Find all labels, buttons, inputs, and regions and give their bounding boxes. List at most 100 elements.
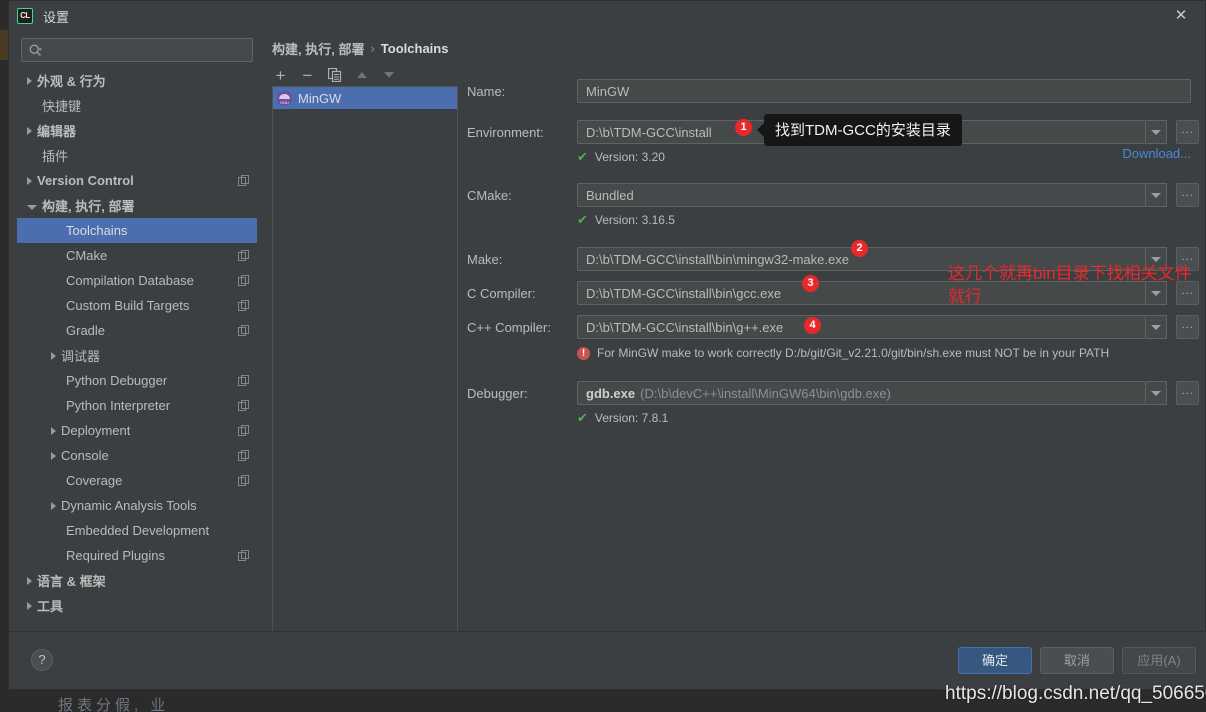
name-label: Name: bbox=[459, 84, 577, 99]
project-scope-icon bbox=[238, 549, 249, 560]
chevron-down-icon[interactable] bbox=[27, 205, 37, 210]
sidebar-item-python-interpreter[interactable]: Python Interpreter bbox=[17, 393, 257, 418]
tree-spacer bbox=[51, 252, 61, 260]
debugger-version-text: Version: 7.8.1 bbox=[595, 411, 668, 425]
gnu-icon bbox=[277, 91, 292, 106]
tree-spacer bbox=[51, 302, 61, 310]
tree-spacer bbox=[51, 402, 61, 410]
debugger-label: Debugger: bbox=[459, 386, 577, 401]
breadcrumb-leaf: Toolchains bbox=[381, 41, 449, 56]
sidebar-item-[interactable]: 外观 & 行为 bbox=[17, 68, 257, 93]
project-scope-icon bbox=[238, 449, 249, 460]
close-icon[interactable]: ✕ bbox=[1173, 8, 1189, 24]
cmake-version-row: ✔ Version: 3.16.5 bbox=[459, 209, 1199, 231]
sidebar-item-[interactable]: 快捷键 bbox=[17, 93, 257, 118]
chevron-right-icon[interactable] bbox=[27, 177, 32, 185]
name-input[interactable]: MinGW bbox=[577, 79, 1191, 103]
tree-spacer bbox=[51, 527, 61, 535]
sidebar-item-label: 调试器 bbox=[61, 346, 100, 365]
annotation-badge-2: 2 bbox=[851, 240, 868, 257]
sidebar-item-label: Version Control bbox=[37, 173, 134, 188]
settings-right-pane: 构建, 执行, 部署 › Toolchains + − bbox=[259, 31, 1206, 657]
sidebar-item-python-debugger[interactable]: Python Debugger bbox=[17, 368, 257, 393]
chevron-down-icon[interactable] bbox=[1146, 183, 1168, 207]
breadcrumb-root[interactable]: 构建, 执行, 部署 bbox=[272, 39, 364, 58]
clion-icon: CL bbox=[17, 8, 33, 24]
annotation-tooltip-1: 找到TDM-GCC的安装目录 bbox=[764, 114, 962, 146]
ok-button[interactable]: 确定 bbox=[958, 647, 1032, 674]
sidebar-item-label: Toolchains bbox=[66, 223, 127, 238]
annotation-badge-1: 1 bbox=[735, 119, 752, 136]
sidebar-item-[interactable]: 工具 bbox=[17, 593, 257, 618]
settings-sidebar: 外观 & 行为快捷键编辑器插件 Version Control 构建, 执行, 部署… bbox=[17, 31, 257, 657]
toolchain-list[interactable]: MinGW bbox=[272, 86, 458, 641]
sidebar-item-[interactable]: 编辑器 bbox=[17, 118, 257, 143]
cpp-compiler-browse-button[interactable]: ... bbox=[1176, 315, 1199, 339]
copy-toolchain-icon[interactable] bbox=[326, 67, 343, 84]
sidebar-item-toolchains[interactable]: Toolchains bbox=[17, 218, 257, 243]
sidebar-item-required-plugins[interactable]: Required Plugins bbox=[17, 543, 257, 568]
chevron-right-icon[interactable] bbox=[51, 427, 56, 435]
error-icon: ! bbox=[577, 347, 590, 360]
chevron-down-icon[interactable] bbox=[1146, 120, 1168, 144]
remove-toolchain-icon[interactable]: − bbox=[299, 67, 316, 84]
sidebar-item-gradle[interactable]: Gradle bbox=[17, 318, 257, 343]
cpp-compiler-input[interactable]: D:\b\TDM-GCC\install\bin\g++.exe bbox=[577, 315, 1146, 339]
sidebar-item-version-control[interactable]: Version Control bbox=[17, 168, 257, 193]
sidebar-item-label: Compilation Database bbox=[66, 273, 194, 288]
dialog-body: 外观 & 行为快捷键编辑器插件 Version Control 构建, 执行, 部署… bbox=[9, 31, 1206, 661]
chevron-right-icon[interactable] bbox=[51, 502, 56, 510]
help-button[interactable]: ? bbox=[31, 649, 53, 671]
chevron-down-icon[interactable] bbox=[1146, 315, 1168, 339]
sidebar-item-label: 构建, 执行, 部署 bbox=[42, 196, 134, 215]
download-link[interactable]: Download... bbox=[1122, 146, 1191, 161]
tree-spacer bbox=[51, 327, 61, 335]
sidebar-item-[interactable]: 调试器 bbox=[17, 343, 257, 368]
field-debugger-row: Debugger: gdb.exe (D:\b\devC++\install\M… bbox=[459, 381, 1199, 405]
sidebar-item-[interactable]: 构建, 执行, 部署 bbox=[17, 193, 257, 218]
sidebar-item-label: Console bbox=[61, 448, 109, 463]
debugger-browse-button[interactable]: ... bbox=[1176, 381, 1199, 405]
sidebar-item-cmake[interactable]: CMake bbox=[17, 243, 257, 268]
add-toolchain-icon[interactable]: + bbox=[272, 67, 289, 84]
check-icon: ✔ bbox=[577, 149, 588, 165]
environment-browse-button[interactable]: ... bbox=[1176, 120, 1199, 144]
cmake-browse-button[interactable]: ... bbox=[1176, 183, 1199, 207]
chevron-right-icon[interactable] bbox=[27, 77, 32, 85]
sidebar-item-coverage[interactable]: Coverage bbox=[17, 468, 257, 493]
search-box[interactable] bbox=[21, 38, 253, 62]
sidebar-item-label: Python Interpreter bbox=[66, 398, 170, 413]
apply-button[interactable]: 应用(A) bbox=[1122, 647, 1196, 674]
chevron-right-icon[interactable] bbox=[27, 127, 32, 135]
chevron-down-icon[interactable] bbox=[1146, 381, 1168, 405]
search-input[interactable] bbox=[42, 42, 252, 58]
debugger-input[interactable]: gdb.exe (D:\b\devC++\install\MinGW64\bin… bbox=[577, 381, 1146, 405]
sidebar-item-console[interactable]: Console bbox=[17, 443, 257, 468]
sidebar-item-label: 工具 bbox=[37, 596, 63, 615]
project-scope-icon bbox=[238, 299, 249, 310]
settings-dialog: CL 设置 ✕ 外观 & 行为快捷键编辑器插件Version C bbox=[8, 0, 1206, 690]
cpp-compiler-error-text: For MinGW make to work correctly D:/b/gi… bbox=[597, 346, 1109, 360]
cmake-input[interactable]: Bundled bbox=[577, 183, 1146, 207]
sidebar-item-dynamic-analysis-tools[interactable]: Dynamic Analysis Tools bbox=[17, 493, 257, 518]
sidebar-item-label: Dynamic Analysis Tools bbox=[61, 498, 197, 513]
sidebar-item-[interactable]: 语言 & 框架 bbox=[17, 568, 257, 593]
sidebar-item-embedded-development[interactable]: Embedded Development bbox=[17, 518, 257, 543]
chevron-right-icon[interactable] bbox=[51, 352, 56, 360]
project-scope-icon bbox=[238, 424, 249, 435]
chevron-right-icon[interactable] bbox=[27, 602, 32, 610]
sidebar-item-deployment[interactable]: Deployment bbox=[17, 418, 257, 443]
cancel-button[interactable]: 取消 bbox=[1040, 647, 1114, 674]
chevron-right-icon[interactable] bbox=[27, 577, 32, 585]
sidebar-item-compilation-database[interactable]: Compilation Database bbox=[17, 268, 257, 293]
screen-root: 报表分假, 业 CL 设置 ✕ bbox=[0, 0, 1206, 712]
sidebar-item-label: Required Plugins bbox=[66, 548, 165, 563]
move-down-icon[interactable] bbox=[380, 67, 397, 84]
project-scope-icon bbox=[238, 324, 249, 335]
sidebar-item-custom-build-targets[interactable]: Custom Build Targets bbox=[17, 293, 257, 318]
sidebar-item-label: 插件 bbox=[42, 146, 68, 165]
list-item[interactable]: MinGW bbox=[273, 87, 457, 109]
move-up-icon[interactable] bbox=[353, 67, 370, 84]
chevron-right-icon[interactable] bbox=[51, 452, 56, 460]
sidebar-item-[interactable]: 插件 bbox=[17, 143, 257, 168]
